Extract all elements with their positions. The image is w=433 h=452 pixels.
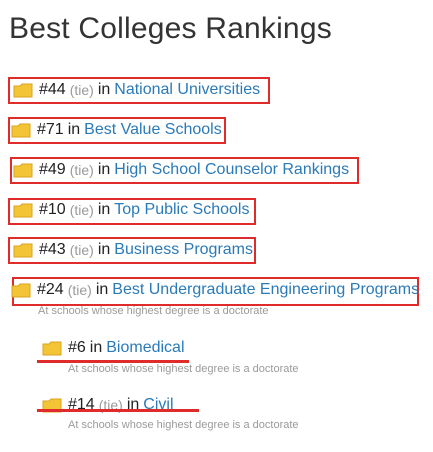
category-link-best-undergraduate-engineering-programs[interactable]: Best Undergraduate Engineering Programs bbox=[112, 281, 419, 299]
in-label: in bbox=[97, 81, 111, 98]
tie-label: (tie) bbox=[69, 82, 94, 98]
ranking-note: At schools whose highest degree is a doc… bbox=[68, 363, 299, 375]
ranking-item-top-public-schools: #10 (tie) in Top Public Schools bbox=[13, 199, 249, 221]
category-link-biomedical[interactable]: Biomedical bbox=[106, 339, 184, 357]
folder-icon bbox=[13, 203, 33, 218]
rank-number: #6 bbox=[68, 339, 86, 356]
category-link-business-programs[interactable]: Business Programs bbox=[114, 241, 253, 259]
folder-icon bbox=[11, 123, 31, 138]
in-label: in bbox=[97, 161, 111, 178]
rank-number: #49 bbox=[39, 161, 66, 178]
in-label: in bbox=[97, 201, 111, 218]
rank-number: #10 bbox=[39, 201, 66, 218]
in-label: in bbox=[67, 121, 81, 138]
ranking-item-national-universities: #44 (tie) in National Universities bbox=[13, 79, 260, 101]
in-label: in bbox=[97, 241, 111, 258]
folder-icon bbox=[13, 163, 33, 178]
category-link-national-universities[interactable]: National Universities bbox=[114, 81, 260, 99]
tie-label: (tie) bbox=[69, 162, 94, 178]
rank-number: #43 bbox=[39, 241, 66, 258]
folder-icon bbox=[13, 243, 33, 258]
highlight-underline bbox=[37, 409, 199, 412]
ranking-note: At schools whose highest degree is a doc… bbox=[68, 419, 299, 431]
tie-label: (tie) bbox=[67, 282, 92, 298]
folder-icon bbox=[11, 283, 31, 298]
ranking-note: At schools whose highest degree is a doc… bbox=[38, 305, 269, 317]
in-label: in bbox=[89, 339, 103, 356]
subranking-item-biomedical: #6 in Biomedical bbox=[42, 337, 185, 359]
folder-icon bbox=[42, 341, 62, 356]
ranking-item-best-value-schools: #71 in Best Value Schools bbox=[11, 119, 222, 141]
page-title: Best Colleges Rankings bbox=[9, 12, 332, 45]
category-link-top-public-schools[interactable]: Top Public Schools bbox=[114, 201, 249, 219]
tie-label: (tie) bbox=[69, 242, 94, 258]
in-label: in bbox=[95, 281, 109, 298]
folder-icon bbox=[13, 83, 33, 98]
rank-number: #44 bbox=[39, 81, 66, 98]
rank-number: #71 bbox=[37, 121, 64, 138]
category-link-high-school-counselor-rankings[interactable]: High School Counselor Rankings bbox=[114, 161, 349, 179]
category-link-best-value-schools[interactable]: Best Value Schools bbox=[84, 121, 222, 139]
subranking-item-civil: #14 (tie) in Civil bbox=[42, 394, 174, 416]
ranking-item-high-school-counselor: #49 (tie) in High School Counselor Ranki… bbox=[13, 159, 349, 181]
tie-label: (tie) bbox=[69, 202, 94, 218]
ranking-item-engineering-programs: #24 (tie) in Best Undergraduate Engineer… bbox=[11, 279, 419, 301]
rank-number: #24 bbox=[37, 281, 64, 298]
ranking-item-business-programs: #43 (tie) in Business Programs bbox=[13, 239, 253, 261]
